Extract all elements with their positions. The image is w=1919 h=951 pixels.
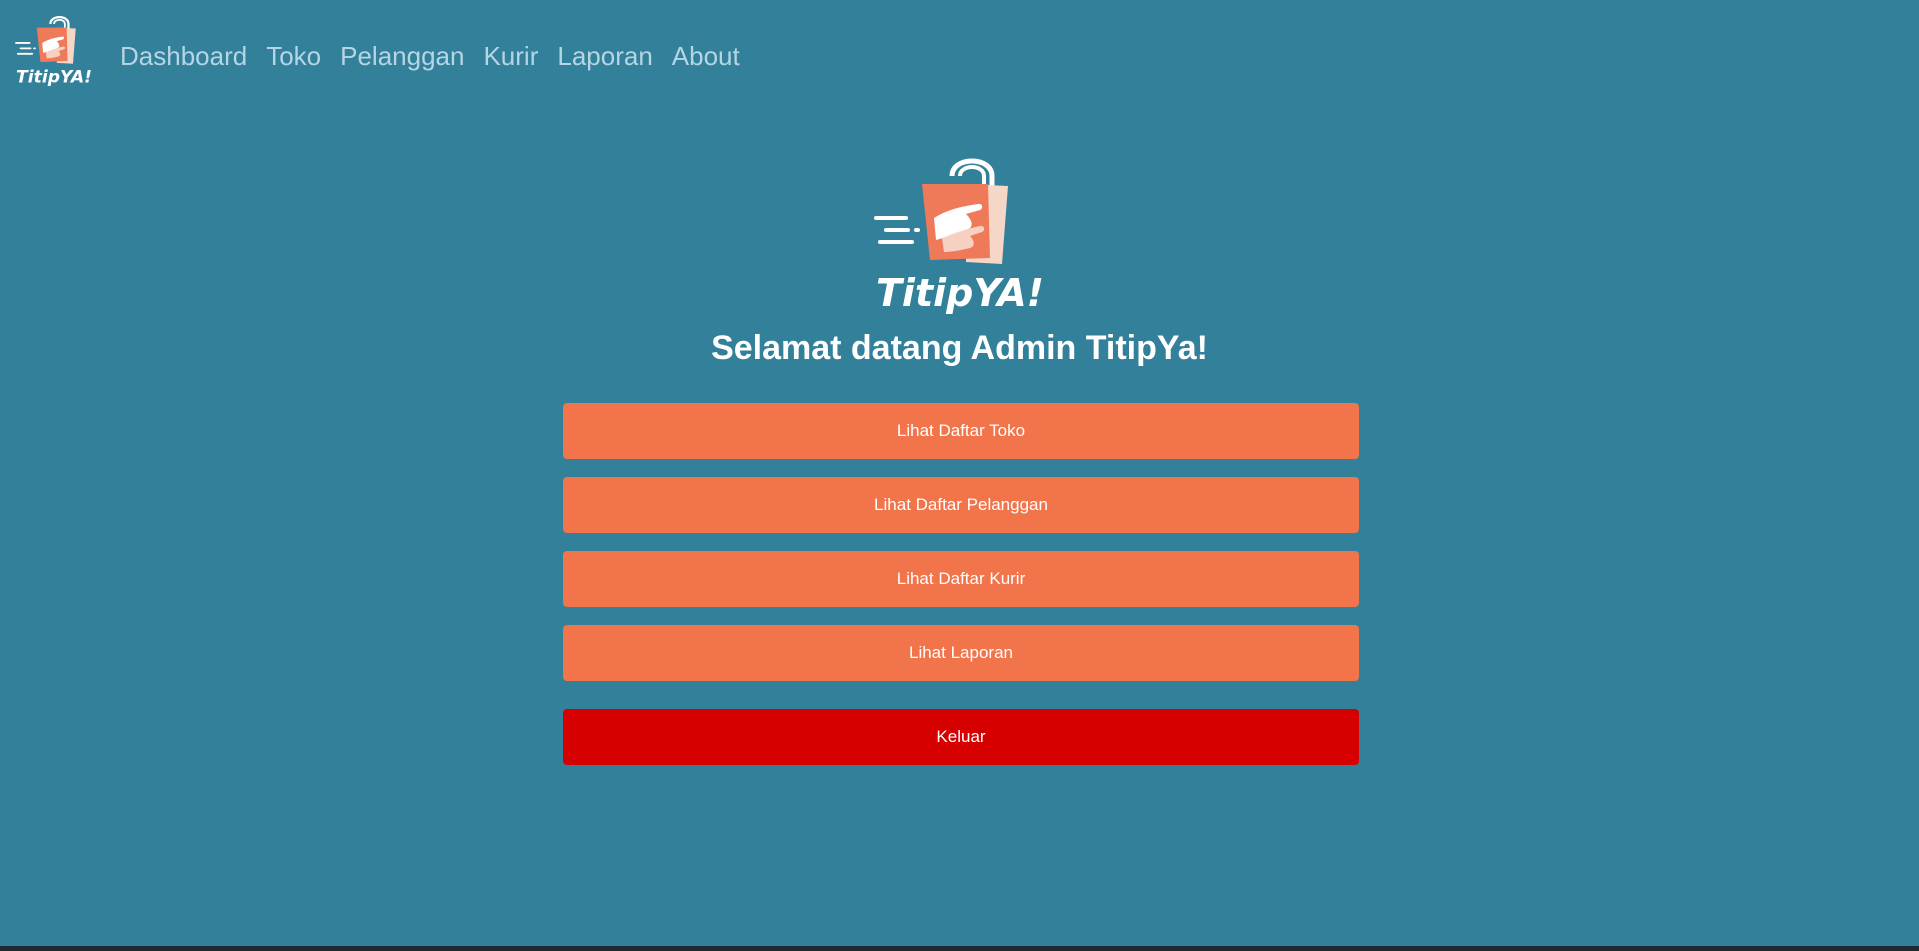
nav-link-toko[interactable]: Toko — [266, 36, 321, 76]
nav-link-laporan[interactable]: Laporan — [557, 36, 652, 76]
nav-link-pelanggan[interactable]: Pelanggan — [340, 36, 464, 76]
svg-text:TitipYA!: TitipYA! — [16, 68, 92, 88]
list-customers-button[interactable]: Lihat Daftar Pelanggan — [563, 477, 1359, 533]
welcome-heading: Selamat datang Admin TitipYa! — [711, 329, 1208, 367]
bottom-edge — [0, 946, 1919, 951]
list-stores-button[interactable]: Lihat Daftar Toko — [563, 403, 1359, 459]
titipya-hero-logo: TitipYA! — [873, 158, 1044, 315]
navbar: TitipYA! Dashboard Toko Pelanggan Kurir … — [0, 0, 1919, 112]
list-couriers-button[interactable]: Lihat Daftar Kurir — [563, 551, 1359, 607]
admin-actions: Lihat Daftar Toko Lihat Daftar Pelanggan… — [563, 403, 1359, 765]
hero: TitipYA! Selamat datang Admin TitipYa! — [0, 154, 1919, 370]
nav-link-kurir[interactable]: Kurir — [483, 36, 538, 76]
view-reports-button[interactable]: Lihat Laporan — [563, 625, 1359, 681]
nav-links: Dashboard Toko Pelanggan Kurir Laporan A… — [120, 36, 759, 76]
logout-button[interactable]: Keluar — [563, 709, 1359, 765]
nav-link-dashboard[interactable]: Dashboard — [120, 36, 247, 76]
titipya-logo[interactable]: TitipYA! — [12, 14, 96, 90]
nav-link-about[interactable]: About — [672, 36, 740, 76]
svg-text:TitipYA!: TitipYA! — [876, 271, 1044, 315]
